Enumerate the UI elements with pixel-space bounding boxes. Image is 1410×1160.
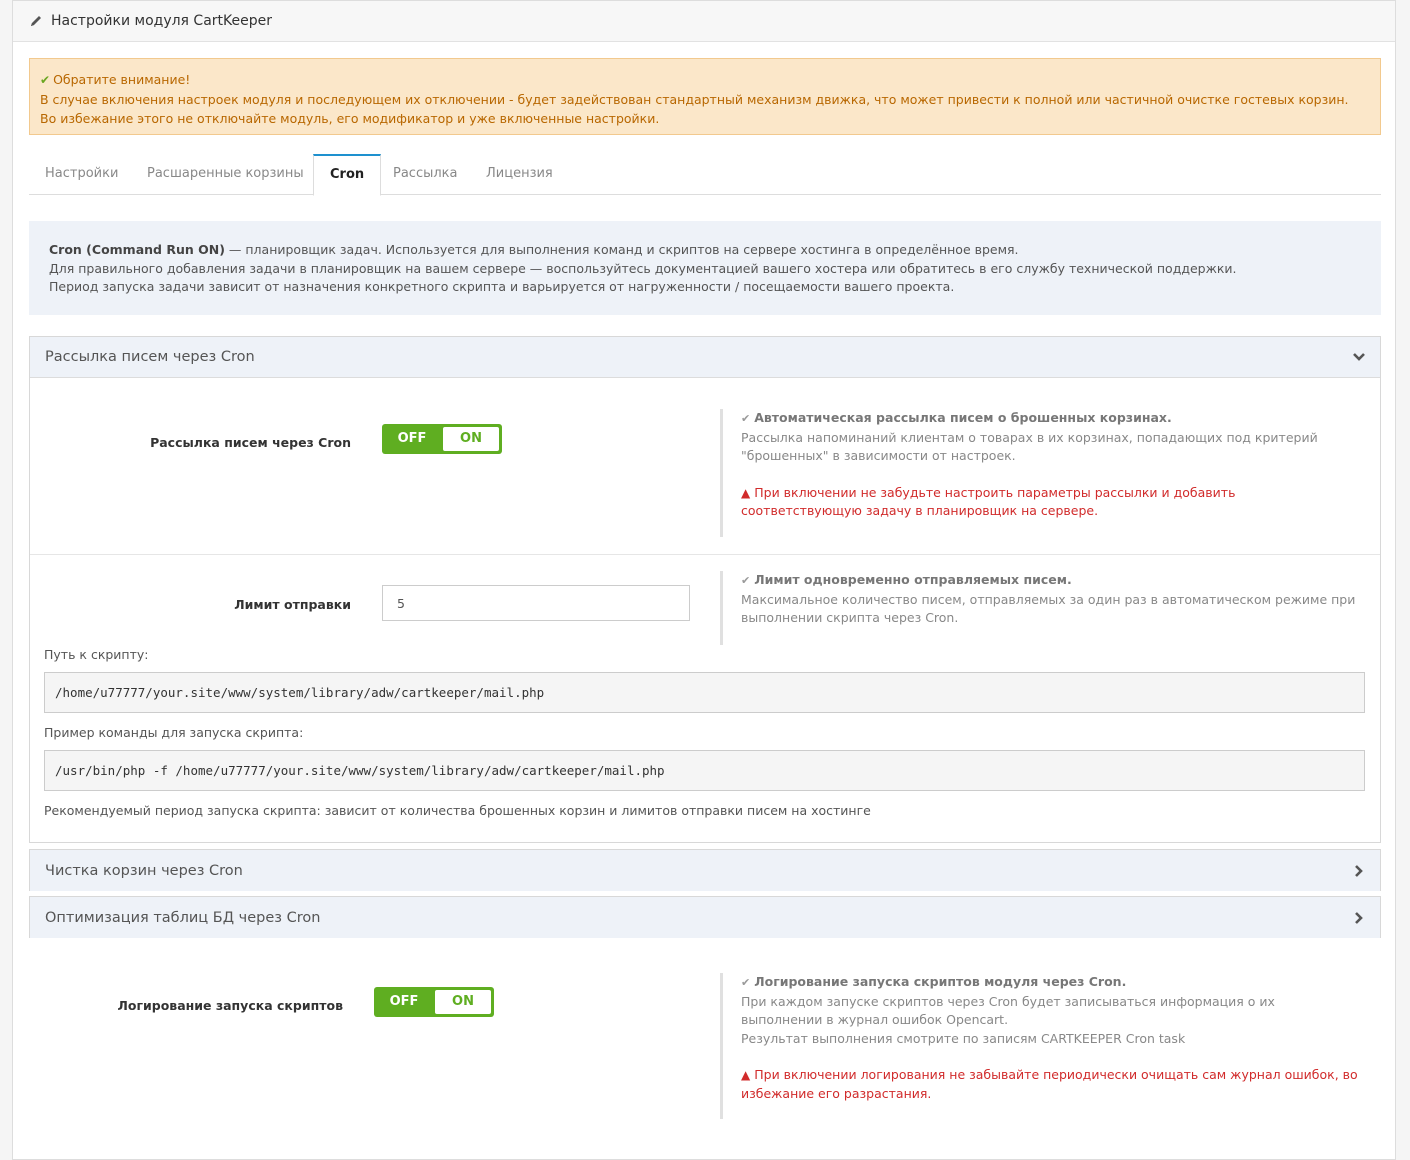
limit-input[interactable] <box>382 585 690 621</box>
help-title: Логирование запуска скриптов модуля чере… <box>754 974 1127 989</box>
check-icon: ✔ <box>741 412 751 425</box>
tab-bar: Настройки Расшаренные корзины Cron Рассы… <box>29 154 1381 196</box>
script-path-field[interactable]: /home/u77777/your.site/www/system/librar… <box>44 672 1365 713</box>
tab-license[interactable]: Лицензия <box>470 154 569 195</box>
tab-mailing[interactable]: Рассылка <box>377 154 474 195</box>
tab-cron[interactable]: Cron <box>313 154 382 196</box>
chevron-down-icon <box>1353 353 1365 361</box>
warning-icon: ▲ <box>741 485 751 500</box>
accordion-clean-header[interactable]: Чистка корзин через Cron <box>30 850 1380 891</box>
command-label: Пример команды для запуска скрипта: <box>44 725 304 740</box>
tab-settings[interactable]: Настройки <box>29 154 134 195</box>
accordion-mail-header[interactable]: Рассылка писем через Cron <box>30 337 1380 378</box>
alert-line-1: В случае включения настроек модуля и пос… <box>40 92 1349 107</box>
accordion-clean: Чистка корзин через Cron <box>29 849 1381 891</box>
chevron-right-icon <box>1355 864 1363 877</box>
accordion-optimize-header[interactable]: Оптимизация таблиц БД через Cron <box>30 897 1380 938</box>
page-title: Настройки модуля CartKeeper <box>51 13 272 29</box>
path-label: Путь к скрипту: <box>44 647 149 662</box>
help-text-1: При каждом запуске скриптов через Cron б… <box>741 993 1275 1028</box>
limit-label: Лимит отправки <box>234 597 351 612</box>
help-text: Максимальное количество писем, отправляе… <box>741 591 1356 626</box>
limit-help: ✔ Лимит одновременно отправляемых писем. … <box>720 571 1360 645</box>
logging-help: ✔ Логирование запуска скриптов модуля чер… <box>720 973 1360 1119</box>
pencil-icon <box>31 16 41 26</box>
info-line-2: Для правильного добавления задачи в план… <box>49 260 1237 276</box>
help-text: Рассылка напоминаний клиентам о товарах … <box>741 429 1318 464</box>
help-text-2: Результат выполнения смотрите по записям… <box>741 1030 1186 1046</box>
panel-heading: Настройки модуля CartKeeper <box>13 1 1395 42</box>
warning-alert: ✔ Обратите внимание! В случае включения н… <box>29 58 1381 135</box>
toggle-on-label: ON <box>435 990 491 1014</box>
accordion-clean-title: Чистка корзин через Cron <box>45 862 243 879</box>
alert-title: Обратите внимание! <box>53 72 191 87</box>
help-warning: При включении логирования не забывайте п… <box>741 1067 1358 1101</box>
command-example-field[interactable]: /usr/bin/php -f /home/u77777/your.site/w… <box>44 750 1365 791</box>
accordion-optimize-title: Оптимизация таблиц БД через Cron <box>45 909 321 926</box>
settings-panel: Настройки модуля CartKeeper ✔ Обратите вн… <box>12 0 1396 1160</box>
info-bold: Cron (Command Run ON) <box>49 242 225 257</box>
cron-info-box: Cron (Command Run ON) — планировщик зада… <box>29 221 1381 315</box>
check-icon: ✔ <box>40 73 51 87</box>
check-icon: ✔ <box>741 574 751 587</box>
divider <box>30 554 1380 555</box>
logging-label: Логирование запуска скриптов <box>117 998 343 1013</box>
alert-line-2: Во избежание этого не отключайте модуль,… <box>40 111 660 126</box>
mail-toggle-label: Рассылка писем через Cron <box>150 435 351 450</box>
info-line-3: Период запуска задачи зависит от назначе… <box>49 279 955 294</box>
logging-toggle[interactable]: OFF ON <box>374 987 494 1017</box>
check-icon: ✔ <box>741 976 751 989</box>
help-title: Лимит одновременно отправляемых писем. <box>754 572 1072 587</box>
help-warning: При включении не забудьте настроить пара… <box>741 484 1236 519</box>
accordion-optimize: Оптимизация таблиц БД через Cron <box>29 896 1381 938</box>
accordion-mail-title: Рассылка писем через Cron <box>45 349 255 365</box>
toggle-off-label: OFF <box>397 431 427 446</box>
recommend-text: Рекомендуемый период запуска скрипта: за… <box>44 803 871 818</box>
warning-icon: ▲ <box>741 1068 751 1082</box>
help-title: Автоматическая рассылка писем о брошенны… <box>754 410 1172 425</box>
toggle-on-label: ON <box>443 427 499 451</box>
mail-help: ✔ Автоматическая рассылка писем о брошенн… <box>720 409 1360 537</box>
chevron-right-icon <box>1355 911 1363 924</box>
toggle-off-label: OFF <box>389 994 419 1009</box>
info-line-1: — планировщик задач. Используется для вы… <box>224 242 1019 257</box>
mail-cron-toggle[interactable]: OFF ON <box>382 424 502 454</box>
tab-shared-carts[interactable]: Расшаренные корзины <box>131 154 320 195</box>
